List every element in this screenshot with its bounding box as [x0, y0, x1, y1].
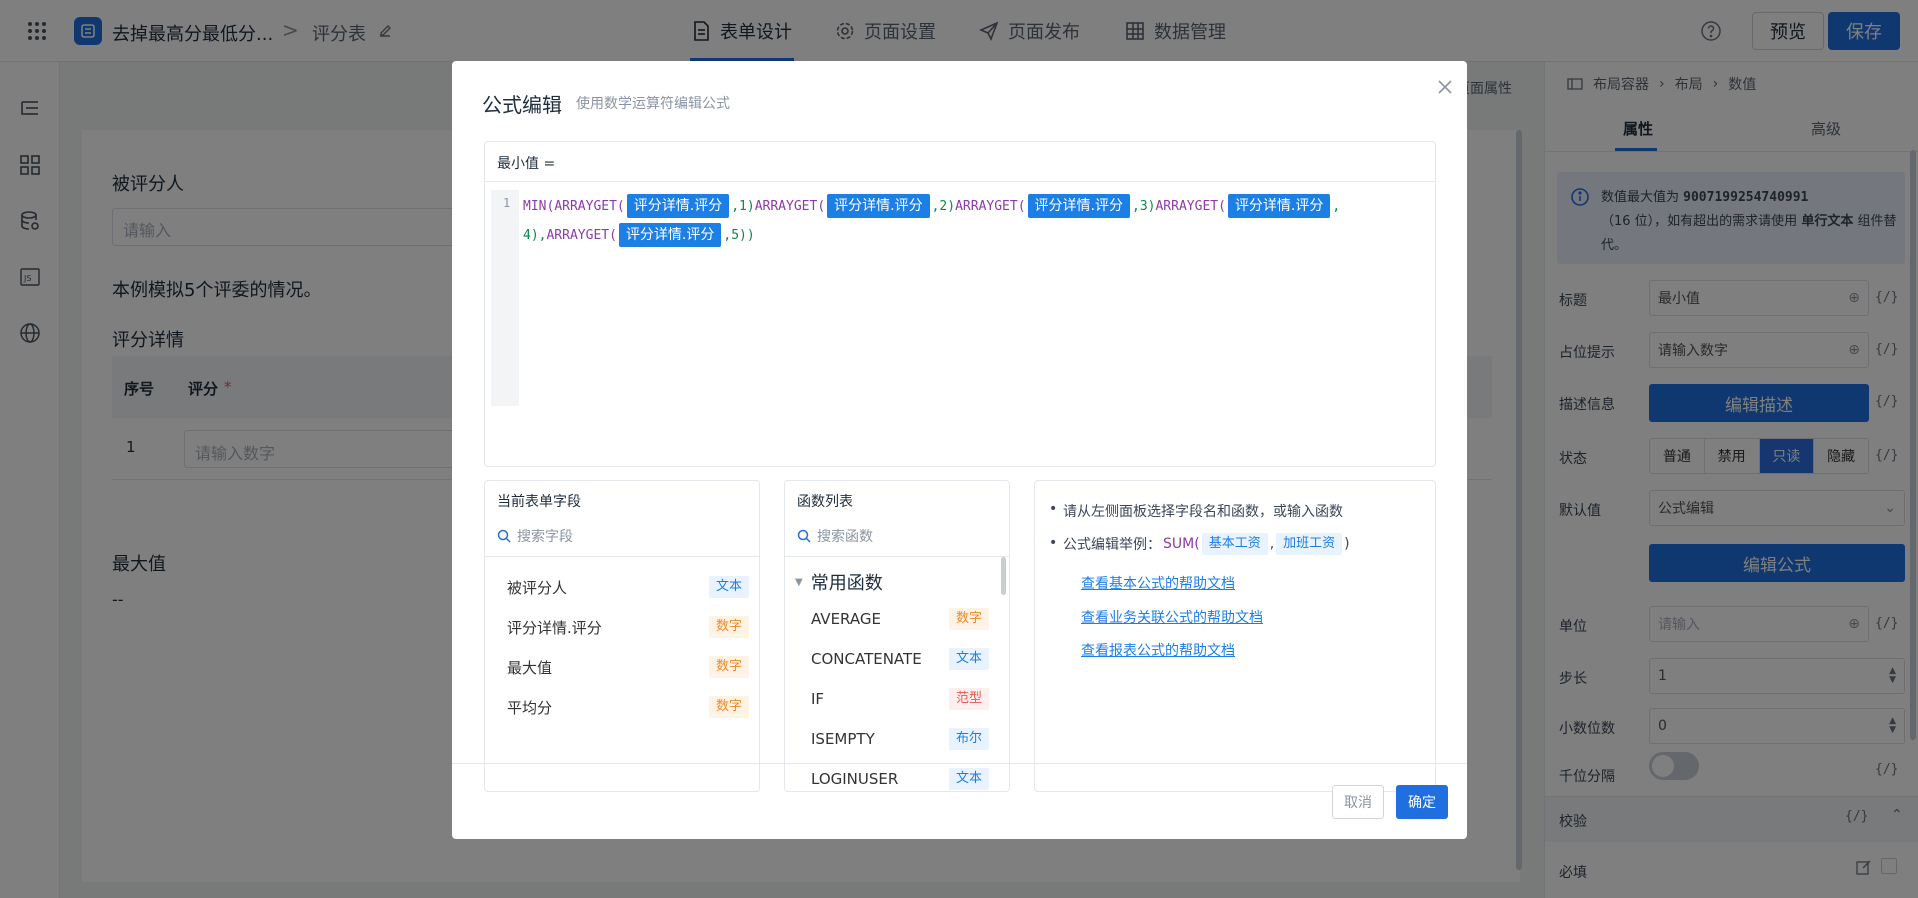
example-field-token: 基本工资: [1201, 533, 1268, 555]
example-field-token: 加班工资: [1276, 533, 1343, 555]
list-item[interactable]: IF 范型: [785, 679, 999, 719]
code-arg: ,2): [931, 199, 956, 214]
type-badge: 数字: [708, 656, 749, 678]
field-token[interactable]: 评分详情.评分: [626, 194, 730, 218]
type-badge: 布尔: [948, 728, 989, 750]
function-search-placeholder: 搜索函数: [817, 528, 873, 545]
code-fn-arrayget: ARRAYGET(: [955, 199, 1026, 214]
function-search[interactable]: 搜索函数: [785, 515, 1009, 557]
line-number: 1: [503, 196, 511, 210]
help-link-business[interactable]: 查看业务关联公式的帮助文档: [1081, 607, 1263, 627]
fields-panel: 当前表单字段 搜索字段 被评分人 文本 评分详情.评分 数字 最大值 数字 平均分 数字: [484, 480, 760, 792]
field-name: 被评分人: [507, 578, 568, 597]
formula-editor-dialog: 公式编辑 使用数学运算符编辑公式 最小值 = 1 MIN(ARRAYGET(评分…: [452, 61, 1467, 839]
function-list-scrollbar[interactable]: [1001, 557, 1006, 595]
confirm-button[interactable]: 确定: [1396, 785, 1448, 819]
type-badge: 文本: [708, 576, 749, 598]
help-tip-2: • 公式编辑举例： SUM( 基本工资 , 加班工资 ): [1049, 533, 1350, 555]
field-token[interactable]: 评分详情.评分: [1027, 194, 1130, 218]
footer-divider: [452, 763, 1467, 764]
field-search-placeholder: 搜索字段: [517, 528, 573, 545]
code-fn-arrayget: ARRAYGET(: [1155, 199, 1226, 214]
list-item[interactable]: 评分详情.评分 数字: [485, 607, 759, 647]
dialog-title: 公式编辑: [482, 93, 562, 117]
code-fn-arrayget: ARRAYGET(: [754, 199, 826, 214]
code-arg: ,3): [1132, 199, 1156, 214]
field-token[interactable]: 评分详情.评分: [827, 194, 930, 218]
code-area[interactable]: MIN(ARRAYGET(评分详情.评分 ,1)ARRAYGET(评分详情.评分,…: [523, 192, 1403, 250]
type-badge: 数字: [708, 696, 749, 718]
function-name: ISEMPTY: [811, 730, 875, 748]
type-badge: 数字: [708, 616, 749, 638]
field-name: 最大值: [507, 658, 553, 677]
example-sep: ,: [1269, 536, 1275, 552]
list-item[interactable]: 平均分 数字: [485, 687, 759, 727]
line-gutter: 1: [491, 190, 519, 406]
field-name: 评分详情.评分: [507, 618, 602, 637]
tip-text: 公式编辑举例：: [1063, 537, 1161, 553]
list-item[interactable]: ISEMPTY 布尔: [785, 719, 999, 759]
function-group-label: 常用函数: [810, 573, 883, 594]
help-panel: • 请从左侧面板选择字段名和函数，或输入函数 • 公式编辑举例： SUM( 基本…: [1034, 480, 1436, 792]
type-badge: 数字: [948, 608, 989, 630]
help-tip-1: • 请从左侧面板选择字段名和函数，或输入函数: [1049, 501, 1343, 521]
search-icon: [797, 529, 811, 543]
example-fn-end: ): [1344, 536, 1350, 552]
bullet: •: [1049, 535, 1058, 551]
function-name: AVERAGE: [811, 610, 881, 628]
close-icon[interactable]: [1435, 77, 1455, 97]
function-group-header[interactable]: ▼ 常用函数: [795, 569, 883, 595]
field-name: 平均分: [507, 698, 553, 717]
code-arg: ,5)): [723, 228, 755, 243]
field-list: 被评分人 文本 评分详情.评分 数字 最大值 数字 平均分 数字: [485, 567, 759, 727]
list-item[interactable]: 被评分人 文本: [485, 567, 759, 607]
function-name: LOGINUSER: [811, 770, 899, 788]
code-arg: 4),: [523, 228, 547, 243]
example-fn: SUM(: [1163, 536, 1200, 552]
fields-panel-title: 当前表单字段: [497, 494, 581, 510]
formula-editor: 最小值 = 1 MIN(ARRAYGET(评分详情.评分 ,1)ARRAYGET(…: [484, 141, 1436, 467]
help-link-basic[interactable]: 查看基本公式的帮助文档: [1081, 573, 1235, 593]
code-arg: ,1): [731, 199, 755, 214]
type-badge: 范型: [948, 688, 989, 710]
functions-panel: 函数列表 搜索函数 ▼ 常用函数 AVERAGE 数字 CONCATENATE 文本…: [784, 480, 1010, 792]
dialog-subtitle: 使用数学运算符编辑公式: [576, 96, 730, 112]
list-item[interactable]: AVERAGE 数字: [785, 599, 999, 639]
list-item[interactable]: CONCATENATE 文本: [785, 639, 999, 679]
bullet: •: [1049, 501, 1058, 517]
function-name: IF: [811, 690, 825, 708]
type-badge: 文本: [948, 768, 989, 790]
caret-down-icon: ▼: [795, 576, 803, 588]
formula-target-label: 最小值 =: [497, 156, 556, 172]
code-arg: ,: [1332, 199, 1341, 214]
field-token[interactable]: 评分详情.评分: [618, 223, 722, 247]
code-fn-arrayget: ARRAYGET(: [546, 228, 617, 243]
function-name: CONCATENATE: [811, 650, 922, 668]
code-fn-min: MIN(: [523, 199, 555, 214]
formula-header: 最小值 =: [485, 142, 1435, 182]
field-token[interactable]: 评分详情.评分: [1227, 194, 1331, 218]
tip-text: 请从左侧面板选择字段名和函数，或输入函数: [1063, 504, 1343, 520]
field-search[interactable]: 搜索字段: [485, 515, 759, 557]
cancel-button[interactable]: 取消: [1332, 785, 1384, 819]
type-badge: 文本: [948, 648, 989, 670]
functions-panel-title: 函数列表: [797, 494, 853, 510]
help-link-report[interactable]: 查看报表公式的帮助文档: [1081, 640, 1235, 660]
search-icon: [497, 529, 511, 543]
list-item[interactable]: 最大值 数字: [485, 647, 759, 687]
code-fn-arrayget: ARRAYGET(: [554, 199, 625, 214]
